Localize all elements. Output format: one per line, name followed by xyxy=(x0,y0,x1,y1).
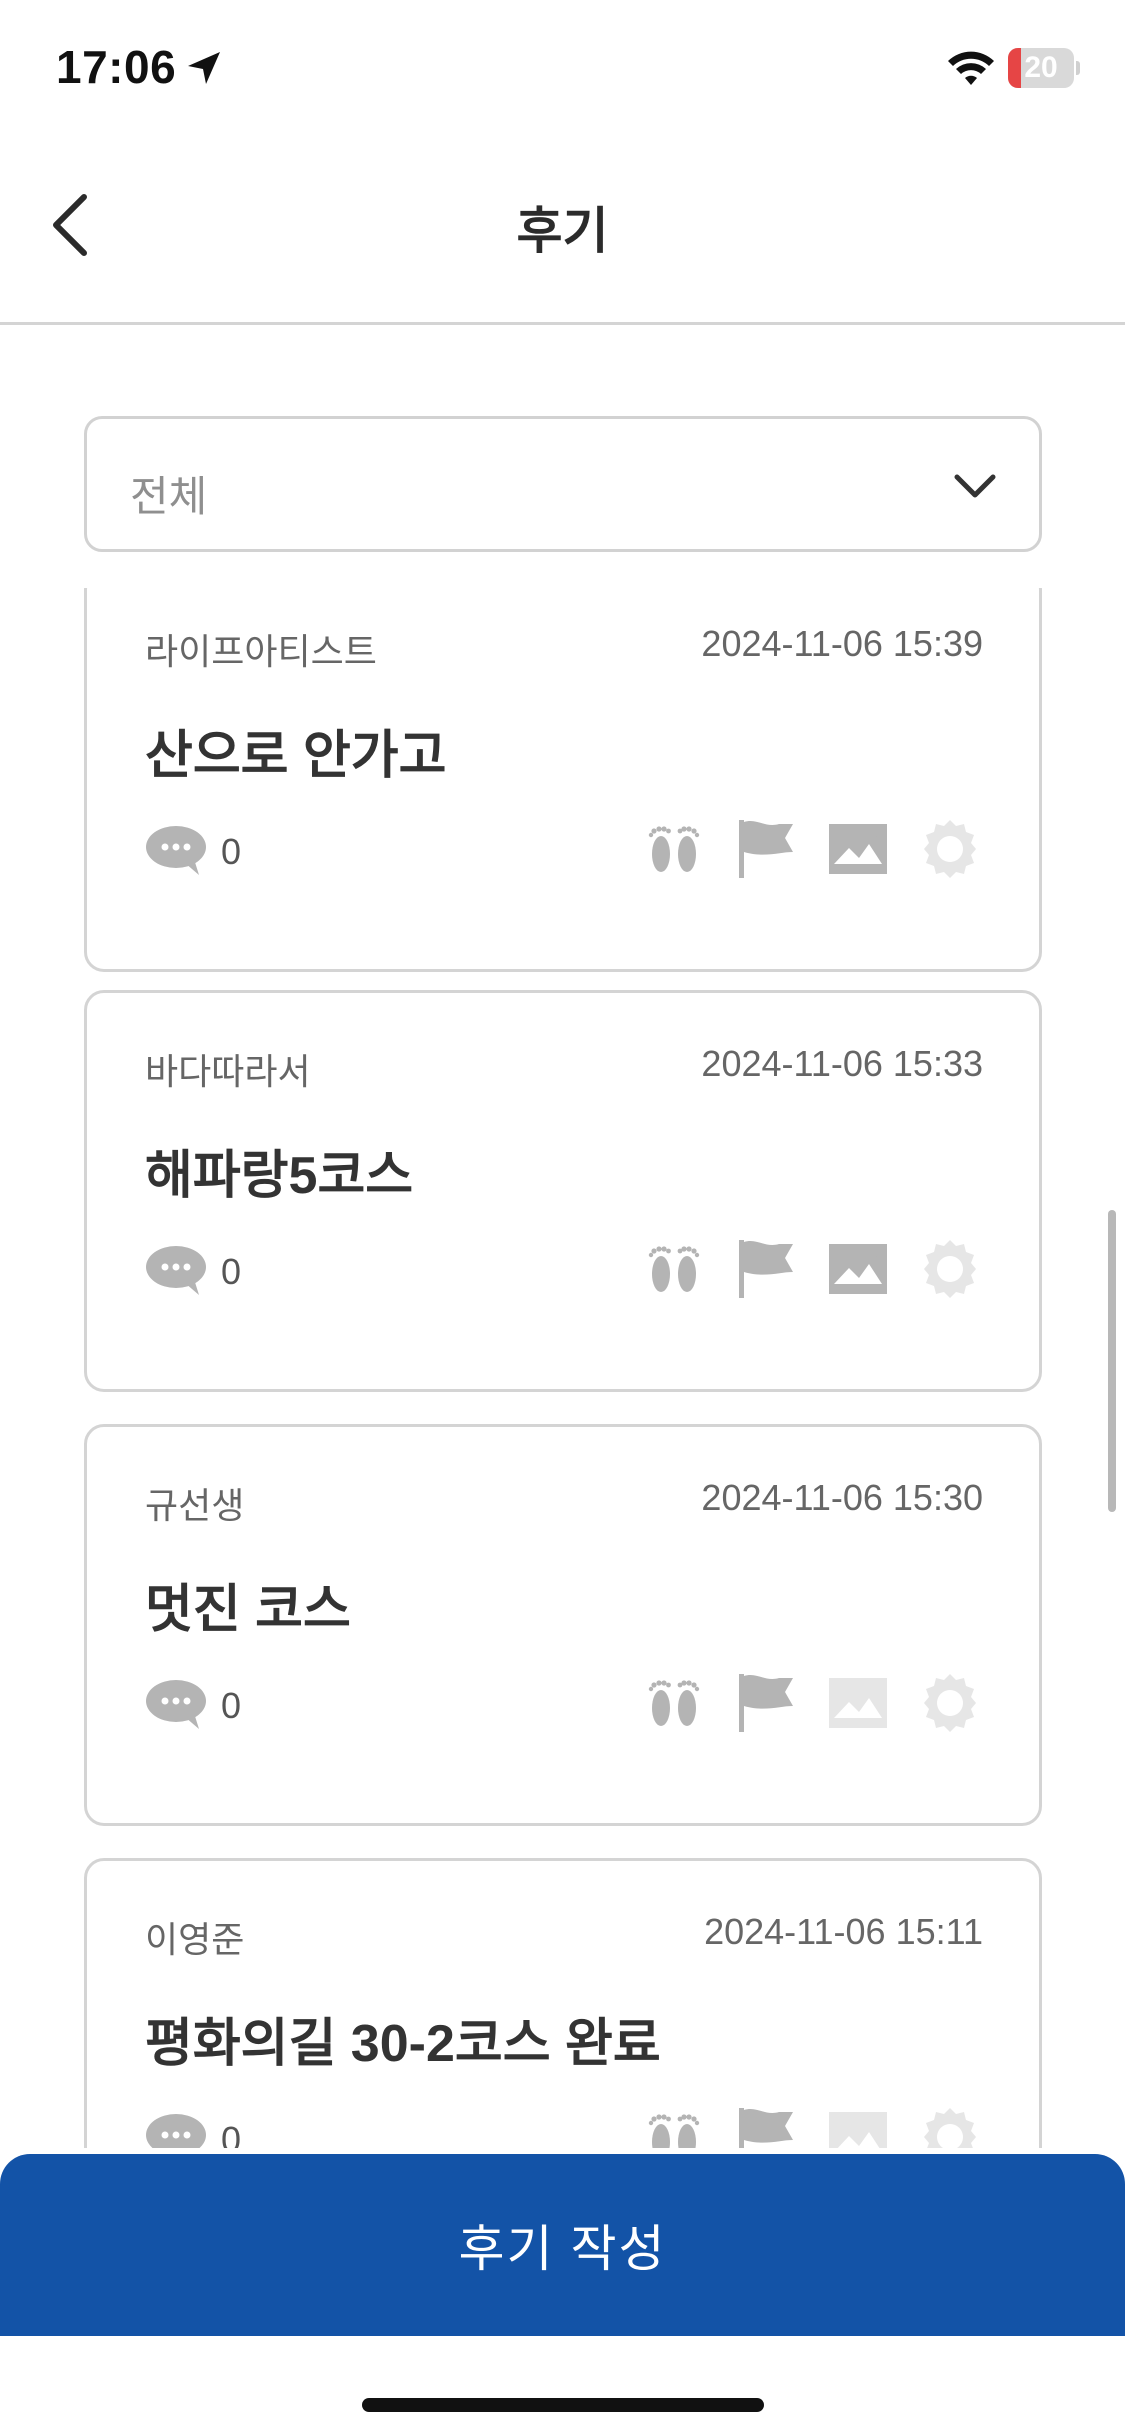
write-review-button[interactable]: 후기 작성 xyxy=(0,2154,1125,2336)
photo-icon xyxy=(827,1672,889,1734)
review-date: 2024-11-06 15:33 xyxy=(701,1043,983,1084)
comment-count: 0 xyxy=(221,1685,242,1726)
award-icon xyxy=(919,1238,981,1300)
review-card[interactable]: 라이프아티스트 2024-11-06 15:39 산으로 안가고 0 xyxy=(84,588,1042,972)
wifi-icon xyxy=(946,48,996,86)
filter-selected-value: 전체 xyxy=(130,473,208,520)
home-indicator xyxy=(362,2398,764,2412)
review-author: 규선생 xyxy=(145,1485,245,1526)
badge-row xyxy=(643,1237,981,1301)
battery-cap xyxy=(1076,61,1080,75)
battery-body: 20 xyxy=(1008,48,1074,88)
flag-icon xyxy=(735,1672,797,1734)
battery-indicator: 20 xyxy=(1008,48,1080,88)
page-title: 후기 xyxy=(516,203,609,259)
comment-icon xyxy=(145,2113,207,2148)
footprints-icon xyxy=(643,1238,705,1300)
battery-percent: 20 xyxy=(1024,51,1058,84)
review-date: 2024-11-06 15:39 xyxy=(701,623,983,664)
review-date: 2024-11-06 15:30 xyxy=(701,1477,983,1518)
review-date: 2024-11-06 15:11 xyxy=(704,1911,983,1952)
footprints-icon xyxy=(643,1672,705,1734)
comment-count: 0 xyxy=(221,2119,242,2148)
flag-icon xyxy=(735,2106,797,2148)
review-screen: 17:06 20 후기 전체 라이프아티스트 2024-11-06 15:39 … xyxy=(0,0,1125,2436)
footprints-icon xyxy=(643,2106,705,2148)
badge-row xyxy=(643,1671,981,1735)
review-card[interactable]: 규선생 2024-11-06 15:30 멋진 코스 0 xyxy=(84,1424,1042,1826)
footprints-icon xyxy=(643,818,705,880)
location-arrow-icon xyxy=(184,48,224,88)
write-review-label: 후기 작성 xyxy=(458,2221,667,2277)
scrollbar[interactable] xyxy=(1108,1210,1116,1512)
award-icon xyxy=(919,1672,981,1734)
review-author: 이영준 xyxy=(145,1919,245,1960)
flag-icon xyxy=(735,818,797,880)
badge-row xyxy=(643,2105,981,2148)
status-time: 17:06 xyxy=(56,41,177,93)
status-bar: 17:06 20 xyxy=(0,0,1125,135)
flag-icon xyxy=(735,1238,797,1300)
comment-count: 0 xyxy=(221,831,242,872)
review-list[interactable]: 라이프아티스트 2024-11-06 15:39 산으로 안가고 0 바다따라서… xyxy=(0,588,1125,2148)
chevron-down-icon xyxy=(951,463,999,511)
review-card[interactable]: 바다따라서 2024-11-06 15:33 해파랑5코스 0 xyxy=(84,990,1042,1392)
review-title: 해파랑5코스 xyxy=(145,1147,414,1205)
navigation-bar: 후기 xyxy=(0,135,1125,325)
photo-icon xyxy=(827,1238,889,1300)
review-title: 산으로 안가고 xyxy=(145,727,447,785)
review-title: 멋진 코스 xyxy=(145,1581,351,1639)
comment-count: 0 xyxy=(221,1251,242,1292)
photo-icon xyxy=(827,818,889,880)
comment-icon xyxy=(145,1679,207,1731)
comment-icon xyxy=(145,1245,207,1297)
comment-icon xyxy=(145,825,207,877)
award-icon xyxy=(919,2106,981,2148)
review-author: 라이프아티스트 xyxy=(145,631,377,672)
award-icon xyxy=(919,818,981,880)
review-author: 바다따라서 xyxy=(145,1051,311,1092)
photo-icon xyxy=(827,2106,889,2148)
review-title: 평화의길 30-2코스 완료 xyxy=(145,2015,661,2073)
category-filter-select[interactable]: 전체 xyxy=(84,416,1042,552)
badge-row xyxy=(643,817,981,881)
review-card[interactable]: 이영준 2024-11-06 15:11 평화의길 30-2코스 완료 0 xyxy=(84,1858,1042,2148)
